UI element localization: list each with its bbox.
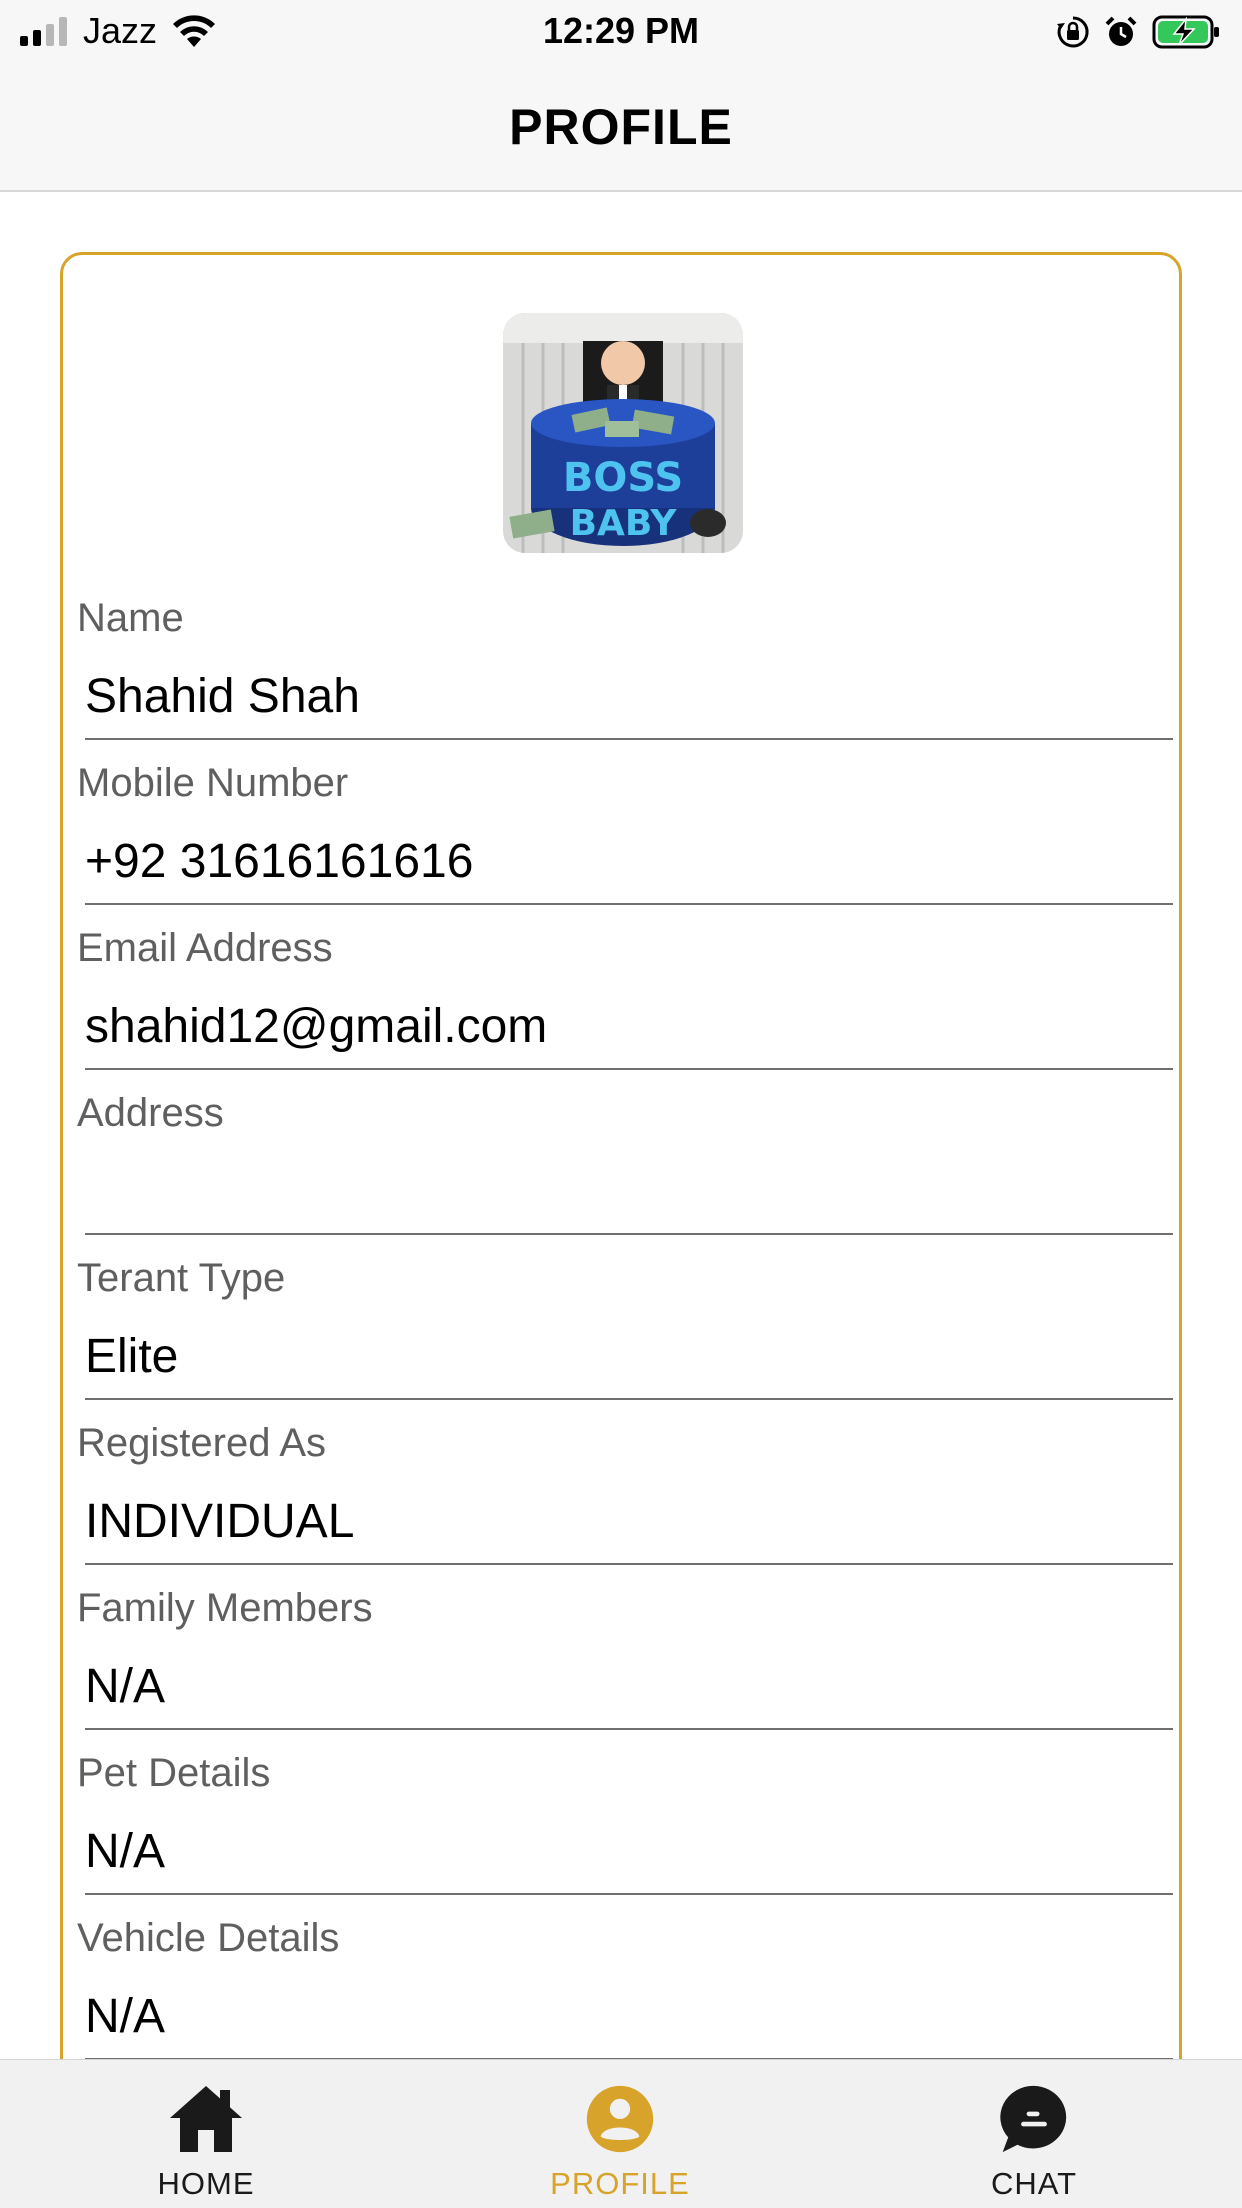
field-underline (85, 1563, 1173, 1565)
profile-card: BOSS BABY Name Shahid Shah Mobile Number… (60, 252, 1182, 2152)
pet-details-value[interactable]: N/A (85, 1820, 1145, 1884)
field-label: Pet Details (77, 1751, 271, 1795)
email-address-value[interactable]: shahid12@gmail.com (85, 995, 1145, 1059)
field-label: Email Address (77, 926, 333, 970)
tab-label: HOME (157, 2166, 255, 2201)
svg-text:BABY: BABY (570, 503, 678, 544)
tab-chat[interactable]: CHAT (924, 2084, 1144, 2204)
navigation-header: PROFILE (0, 62, 1242, 192)
tab-label: PROFILE (550, 2166, 690, 2201)
mobile-number-field[interactable]: Mobile Number +92 31616161616 (63, 758, 1179, 923)
field-label: Address (77, 1091, 224, 1135)
bottom-tab-bar: HOME PROFILE CHAT (0, 2059, 1242, 2208)
vehicle-details-value[interactable]: N/A (85, 1985, 1145, 2049)
status-bar: Jazz 12:29 PM (0, 0, 1242, 62)
tab-profile[interactable]: PROFILE (510, 2084, 730, 2204)
field-underline (85, 1233, 1173, 1235)
person-icon (586, 2085, 654, 2153)
home-icon (170, 2086, 242, 2152)
profile-avatar[interactable]: BOSS BABY (503, 313, 743, 553)
address-value[interactable] (85, 1160, 1145, 1224)
field-label: Mobile Number (77, 761, 349, 805)
profile-photo-image: BOSS BABY (503, 313, 743, 553)
field-underline (85, 738, 1173, 740)
family-members-field[interactable]: Family Members N/A (63, 1583, 1179, 1748)
email-address-field[interactable]: Email Address shahid12@gmail.com (63, 923, 1179, 1088)
field-underline (85, 1068, 1173, 1070)
field-label: Vehicle Details (77, 1916, 340, 1960)
vehicle-details-field[interactable]: Vehicle Details N/A (63, 1913, 1179, 2078)
tab-home[interactable]: HOME (96, 2084, 316, 2204)
field-label: Family Members (77, 1586, 373, 1630)
tenant-type-field[interactable]: Terant Type Elite (63, 1253, 1179, 1418)
mobile-number-value[interactable]: +92 31616161616 (85, 830, 1145, 894)
field-label: Name (77, 596, 184, 640)
tenant-type-value[interactable]: Elite (85, 1325, 1145, 1389)
name-value[interactable]: Shahid Shah (85, 665, 1145, 729)
tab-label: CHAT (990, 2166, 1078, 2201)
family-members-value[interactable]: N/A (85, 1655, 1145, 1719)
field-label: Registered As (77, 1421, 327, 1465)
address-field[interactable]: Address (63, 1088, 1179, 1253)
field-underline (85, 1893, 1173, 1895)
svg-text:BOSS: BOSS (563, 455, 683, 501)
name-field[interactable]: Name Shahid Shah (63, 593, 1179, 758)
registered-as-value[interactable]: INDIVIDUAL (85, 1490, 1145, 1554)
chat-icon (1000, 2085, 1067, 2153)
field-underline (85, 1398, 1173, 1400)
registered-as-field[interactable]: Registered As INDIVIDUAL (63, 1418, 1179, 1583)
field-label: Terant Type (77, 1256, 286, 1300)
battery-charging-icon (1152, 15, 1219, 49)
rotation-lock-icon (1057, 16, 1089, 48)
alarm-icon (1105, 16, 1137, 46)
field-underline (85, 1728, 1173, 1730)
pet-details-field[interactable]: Pet Details N/A (63, 1748, 1179, 1913)
field-underline (85, 903, 1173, 905)
page-title: PROFILE (509, 99, 733, 155)
